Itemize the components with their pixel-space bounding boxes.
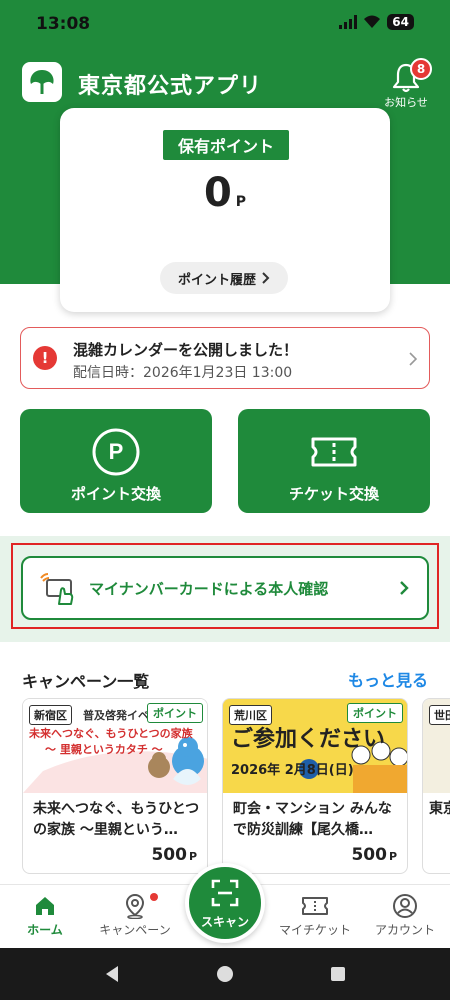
map-pin-icon: [125, 893, 145, 919]
campaign-points: 500 P: [351, 845, 397, 865]
tab-home-label: ホーム: [27, 923, 63, 937]
campaign-banner-main: ご参加ください: [231, 727, 386, 752]
scan-icon: [211, 879, 239, 907]
points-unit: P: [235, 194, 247, 210]
signal-icon: [339, 15, 358, 29]
campaign-points-value: 500: [151, 845, 187, 865]
system-nav-bar: [0, 948, 450, 1000]
campaign-title: 東京「賢: [429, 801, 450, 817]
campaign-image: ご参加ください 2026年 2月8日(日) 荒川区 ポイント: [223, 699, 407, 793]
tab-campaign-label: キャンペーン: [99, 923, 171, 937]
scan-label: スキャン: [200, 915, 249, 929]
points-card: 保有ポイント 0P ポイント履歴: [60, 108, 390, 312]
home-circle-icon[interactable]: [216, 965, 234, 983]
status-time: 13:08: [36, 14, 91, 34]
notifications-label: お知らせ: [384, 96, 428, 109]
status-icons: 64: [339, 14, 414, 30]
home-icon: [36, 897, 54, 915]
point-exchange-button[interactable]: P ポイント交換: [20, 409, 212, 513]
campaign-points-unit: P: [388, 850, 397, 863]
campaign-points-value: 500: [351, 845, 387, 865]
tab-campaign[interactable]: キャンペーン: [90, 891, 180, 945]
back-icon[interactable]: [104, 965, 120, 983]
notification-count-badge: 8: [410, 58, 432, 80]
campaign-title: 町会・マンション みんなで防災訓練【尾久橋…: [233, 801, 392, 838]
tab-my-ticket[interactable]: マイチケット: [270, 891, 360, 945]
campaign-points: 500 P: [151, 845, 197, 865]
campaign-image: 世田: [423, 699, 450, 793]
scan-button[interactable]: スキャン: [185, 863, 265, 943]
campaign-point-badge: ポイント: [347, 703, 403, 723]
campaign-banner-sub: 2026年 2月8日(日): [231, 763, 354, 778]
point-p-icon: P: [92, 428, 140, 476]
svg-text:P: P: [109, 439, 124, 464]
status-bar: 13:08 64: [0, 0, 450, 48]
mynumber-verification-button[interactable]: マイナンバーカードによる本人確認: [21, 556, 429, 620]
battery-icon: 64: [387, 14, 414, 30]
campaign-points-unit: P: [188, 850, 197, 863]
points-number: 0: [203, 170, 232, 216]
point-history-button[interactable]: ポイント履歴: [160, 262, 288, 294]
point-exchange-label: ポイント交換: [70, 485, 161, 503]
mynumber-label: マイナンバーカードによる本人確認: [89, 580, 329, 598]
recents-icon[interactable]: [330, 966, 346, 982]
ticket-exchange-button[interactable]: チケット交換: [238, 409, 430, 513]
tab-account-label: アカウント: [374, 923, 435, 937]
campaign-title: 未来へつなぐ、もうひとつの家族 ～里親という…: [33, 801, 200, 838]
notice-date: 配信日時：2026年1月23日 13:00: [73, 365, 293, 381]
tokyo-logo-icon: [22, 62, 62, 102]
points-label: 保有ポイント: [163, 130, 289, 160]
campaign-point-badge: ポイント: [147, 703, 203, 723]
wifi-icon: [364, 15, 381, 28]
account-icon: [393, 894, 417, 918]
ticket-exchange-label: チケット交換: [288, 485, 379, 503]
new-indicator-dot: [150, 893, 158, 901]
campaign-banner-sub: ～ 里親というカタチ ～: [45, 743, 163, 756]
tab-home[interactable]: ホーム: [0, 891, 90, 945]
campaign-region: 荒川区: [229, 705, 272, 725]
chevron-right-icon: [409, 352, 417, 366]
campaign-card[interactable]: ご参加ください 2026年 2月8日(日) 荒川区 ポイント 町会・マンション …: [222, 698, 408, 874]
ticket-icon: [302, 897, 328, 915]
congestion-notice[interactable]: ! 混雑カレンダーを公開しました！ 配信日時：2026年1月23日 13:00: [20, 327, 430, 389]
notice-title: 混雑カレンダーを公開しました！: [73, 341, 299, 359]
chevron-right-icon: [262, 272, 270, 284]
tab-account[interactable]: アカウント: [360, 891, 450, 945]
see-more-link[interactable]: もっと見る: [348, 667, 428, 691]
campaign-card[interactable]: 普及啓発イベント 未来へつなぐ、もうひとつの家族 ～ 里親というカタチ ～ 新宿…: [22, 698, 208, 874]
card-touch-icon: [40, 573, 74, 605]
campaign-region: 世田: [429, 705, 450, 725]
campaign-region: 新宿区: [29, 705, 72, 725]
points-value: 0P: [60, 170, 390, 216]
campaign-banner-main: 未来へつなぐ、もうひとつの家族: [29, 727, 193, 740]
app-title: 東京都公式アプリ: [78, 74, 263, 99]
tab-my-ticket-label: マイチケット: [278, 923, 351, 937]
notifications-button[interactable]: 8 お知らせ: [384, 58, 432, 110]
alert-icon: !: [33, 346, 57, 370]
chevron-right-icon: [400, 581, 409, 595]
campaign-section-title: キャンペーン一覧: [22, 672, 150, 691]
ticket-icon: [311, 437, 357, 467]
campaign-card[interactable]: 世田 東京「賢: [422, 698, 450, 874]
point-history-label: ポイント履歴: [177, 272, 256, 288]
campaign-image: 普及啓発イベント 未来へつなぐ、もうひとつの家族 ～ 里親というカタチ ～ 新宿…: [23, 699, 207, 793]
